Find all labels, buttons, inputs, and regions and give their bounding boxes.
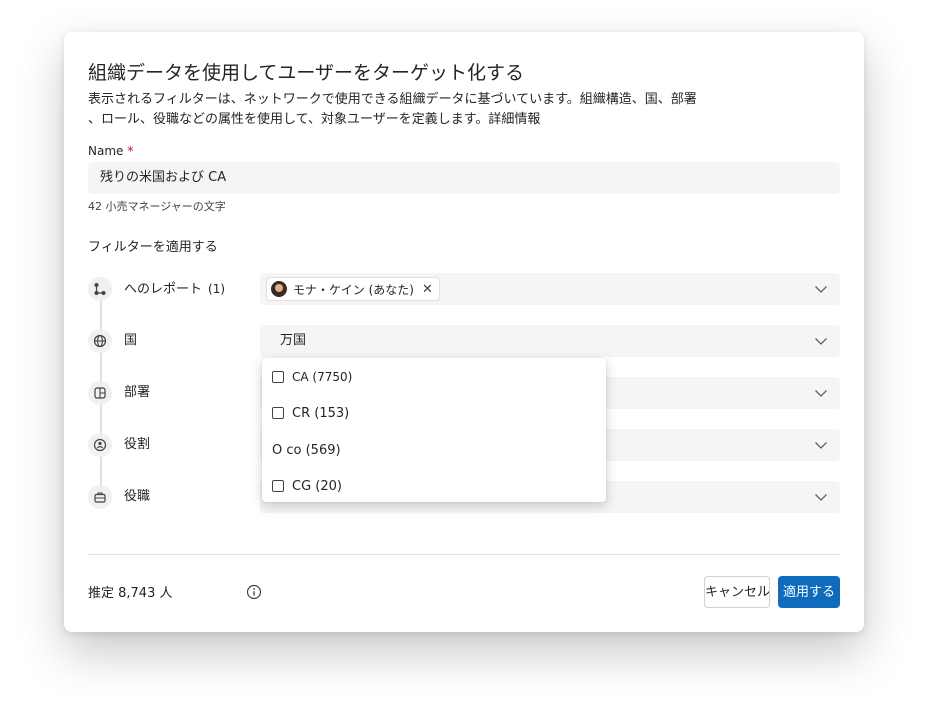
globe-icon [88, 329, 112, 353]
reports-to-select[interactable]: モナ・ケイン (あなた) ✕ [260, 273, 840, 305]
name-input[interactable]: 残りの米国および CA [88, 162, 840, 194]
filters-heading: フィルターを適用する [88, 240, 218, 255]
filter-row-reports-to: へのレポート (1) モナ・ケイン (あなた) ✕ [88, 273, 840, 305]
country-selected-value: 万国 [280, 333, 307, 348]
audience-estimate: 推定 8,743 人 [88, 586, 173, 601]
option-checkbox[interactable] [272, 407, 284, 419]
avatar [271, 281, 287, 297]
selected-person-chip: モナ・ケイン (あなた) ✕ [266, 277, 440, 301]
filter-label-job-title: 役職 [124, 489, 151, 504]
department-icon [88, 381, 112, 405]
character-count: 42 小売マネージャーの文字 [88, 200, 226, 213]
option-label: CG (20) [292, 478, 342, 494]
filter-label-role: 役割 [124, 437, 151, 452]
remove-chip-icon[interactable]: ✕ [422, 282, 433, 297]
option-checkbox[interactable] [272, 480, 284, 492]
dropdown-option-co[interactable]: O co (569) [272, 440, 341, 460]
job-title-icon [88, 485, 112, 509]
filter-label-reports-to: へのレポート (1) [124, 273, 225, 306]
description-line-2: 、ロール、役職などの属性を使用して、対象ユーザーを定義します。詳細情報 [88, 112, 541, 127]
country-select[interactable]: 万国 [260, 325, 840, 357]
option-label: O co (569) [272, 442, 341, 458]
reports-to-label: へのレポート [124, 282, 203, 297]
filter-row-country: 国 万国 [88, 325, 840, 357]
chevron-down-icon[interactable] [814, 439, 828, 451]
role-icon [88, 433, 112, 457]
chevron-down-icon[interactable] [814, 283, 828, 295]
chevron-down-icon[interactable] [814, 387, 828, 399]
chevron-down-icon[interactable] [814, 335, 828, 347]
target-users-dialog: 組織データを使用してユーザーをターゲット化する 表示されるフィルターは、ネットワ… [64, 32, 864, 632]
info-icon[interactable] [246, 584, 262, 600]
option-label: CA (7750) [292, 370, 353, 384]
dialog-description: 表示されるフィルターは、ネットワークで使用できる組織データに基づいています。組織… [88, 90, 697, 130]
filter-label-country: 国 [124, 333, 138, 348]
name-label-text: Name [88, 144, 124, 158]
reports-to-count: (1) [208, 282, 226, 296]
required-indicator: * [127, 144, 134, 158]
description-line-1: 表示されるフィルターは、ネットワークで使用できる組織データに基づいています。組織… [88, 92, 697, 107]
name-field-label: Name * [88, 144, 133, 158]
org-chart-icon [88, 277, 112, 301]
apply-button[interactable]: 適用する [778, 576, 840, 608]
option-label: CR (153) [292, 405, 350, 421]
cancel-button[interactable]: キャンセル [704, 576, 770, 608]
country-dropdown-list: CA (7750) CR (153) O co (569) CG (20) [262, 358, 606, 502]
chevron-down-icon[interactable] [814, 491, 828, 503]
dropdown-option-cr[interactable]: CR (153) [272, 403, 349, 423]
selected-person-name: モナ・ケイン (あなた) [293, 282, 414, 297]
dropdown-option-ca[interactable]: CA (7750) [272, 367, 352, 387]
dialog-title: 組織データを使用してユーザーをターゲット化する [88, 62, 525, 84]
dropdown-option-cg[interactable]: CG (20) [272, 476, 342, 496]
footer-divider [88, 554, 840, 555]
option-checkbox[interactable] [272, 371, 284, 383]
filter-label-department: 部署 [124, 385, 151, 400]
